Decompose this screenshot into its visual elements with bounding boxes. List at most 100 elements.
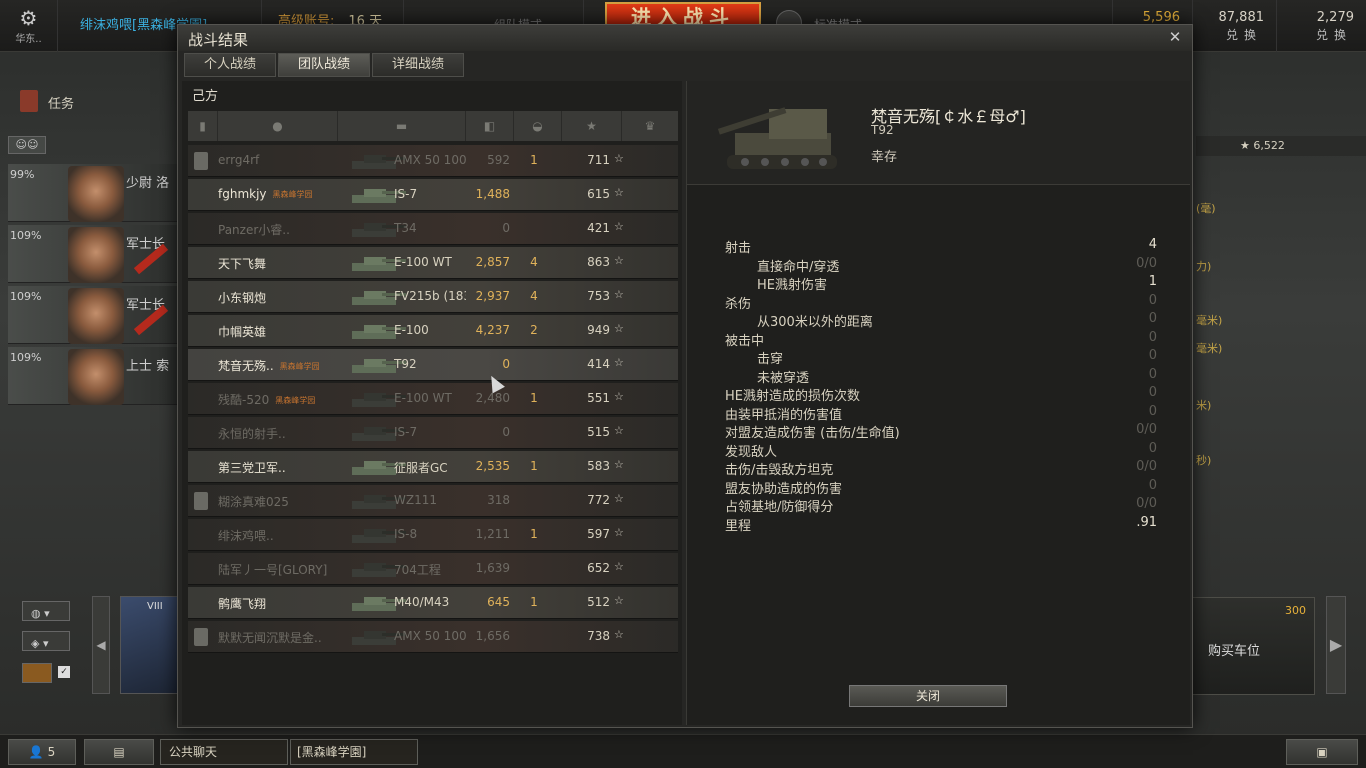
col-kills[interactable]: ◒ [514,111,562,141]
table-row[interactable]: 天下飞舞 E-100 WT 2,857 4 863 ☆ [188,247,678,279]
public-chat-tab[interactable]: 公共聊天 [160,739,288,765]
table-row[interactable]: 绯沫鸡喂.. IS-8 1,211 1 597 ☆ [188,519,678,551]
stat-row: HE溅射伤害 1 [725,274,1161,293]
row-player-name: 默默无闻沉默是金.. [218,629,322,646]
contacts-button[interactable]: 👤 5 [8,739,76,765]
col-damage[interactable]: ◧ [466,111,514,141]
player-name-text: 鹘鹰飞翔 [218,597,267,611]
col-player[interactable]: ● [218,111,338,141]
filter-checkbox[interactable]: ✓ [58,666,70,678]
chat-toggle-button[interactable]: ▣ [1286,739,1358,765]
exchange-credits-label: 兑换 [1225,28,1262,42]
free-xp-balance[interactable]: 2,279 兑换 [1276,0,1366,52]
squad-icon: ▮ [199,119,206,133]
player-name-text: 梵音无殇.. [218,359,274,373]
stat-value: 4 [1148,237,1157,252]
col-xp[interactable]: ★ [562,111,622,141]
row-xp: 863 [587,255,610,269]
crew-toggle-button[interactable]: ☺☺ [8,136,46,154]
stat-row: 直接命中/穿透 0/0 [725,256,1161,275]
clan-chat-tab[interactable]: [黑森峰学園] [290,739,418,765]
carousel-right-arrow[interactable]: ▶ [1326,596,1346,694]
row-kills: 4 [530,289,538,303]
tab-team[interactable]: 团队战绩 [278,53,370,77]
table-row[interactable]: fghmkjy 黑森峰学园 IS-7 1,488 615 ☆ [188,179,678,211]
row-player-name: Panzer小睿.. [218,221,290,238]
crew-member[interactable]: 99% 少尉 洛 [8,164,178,222]
stat-label: 从300米以外的距离 [757,315,873,330]
row-tank-name: T92 [394,357,417,371]
spec-hint: 米) [1196,399,1212,412]
row-xp: 421 [587,221,610,235]
stat-label: 击伤/击毁敌方坦克 [725,463,834,478]
row-xp: 652 [587,561,610,575]
carousel-left-arrow[interactable]: ◀ [92,596,110,694]
stat-label: 未被穿透 [757,370,810,386]
row-tank-name: E-100 [394,323,429,337]
row-damage: 2,480 [475,391,510,405]
stat-row: 由装甲抵消的伤害值 0 [725,404,1161,423]
row-tank-name: T34 [394,221,417,235]
tab-personal[interactable]: 个人战绩 [184,53,276,77]
row-xp: 615 [587,187,610,201]
messages-button[interactable]: ▤ [84,739,154,765]
table-row[interactable]: errg4rf AMX 50 100 592 1 711 ☆ [188,145,678,177]
crew-member[interactable]: 109% 军士长 [8,225,178,283]
row-xp: 551 [587,391,610,405]
crew-portrait [68,166,124,222]
close-icon[interactable]: ✕ [1166,28,1184,46]
row-player-name: 梵音无殇.. 黑森峰学园 [218,357,320,374]
star-icon: ★ [1240,139,1254,152]
carousel-tank-card[interactable]: VIII [120,596,180,694]
clan-badge: 黑森峰学园 [272,190,313,199]
row-xp: 515 [587,425,610,439]
table-row[interactable]: 第三党卫军.. 征服者GC 2,535 1 583 ☆ [188,451,678,483]
stat-label: 由装甲抵消的伤害值 [725,407,843,423]
close-button[interactable]: 关闭 [849,685,1007,707]
row-tank-name: E-100 WT [394,391,452,405]
table-row[interactable]: Panzer小睿.. T34 0 421 ☆ [188,213,678,245]
row-damage: 2,535 [475,459,510,473]
stat-label: 对盟友造成伤害 (击伤/生命值) [725,426,900,441]
stat-label: 被击中 [725,333,765,349]
crew-rank: 上士 索 [126,359,170,374]
row-xp: 597 [587,527,610,541]
table-row[interactable]: 陆军丿一号[GLORY] 704工程 1,639 652 ☆ [188,553,678,585]
stat-value: 0 [1148,311,1157,326]
type-filter[interactable]: ◈ ▾ [22,631,70,651]
row-damage: 0 [502,425,510,439]
crew-member[interactable]: 109% 军士长 [8,286,178,344]
table-row[interactable]: 鹘鹰飞翔 M40/M43 645 1 512 ☆ [188,587,678,619]
credits-balance[interactable]: 87,881 兑换 [1192,0,1276,52]
table-row[interactable]: 默默无闻沉默是金.. AMX 50 100 1,656 738 ☆ [188,621,678,653]
row-kills: 1 [530,153,538,167]
row-player-name: 巾帼英雄 [218,323,266,340]
player-name-text: 巾帼英雄 [218,325,267,339]
star-icon: ☆ [614,356,624,369]
stat-label: 发现敌人 [725,444,778,460]
row-xp: 753 [587,289,610,303]
col-tank[interactable]: ▬ [338,111,466,141]
col-platoon[interactable]: ▮ [188,111,218,141]
table-row[interactable]: 梵音无殇.. 黑森峰学园 T92 0 414 ☆ [188,349,678,381]
row-tank-name: FV215b (183) [394,289,466,303]
nation-filter[interactable]: ◍ ▾ [22,601,70,621]
tasks-button[interactable]: 任务 [8,86,168,118]
table-row[interactable]: 残酷-520 黑森峰学园 E-100 WT 2,480 1 551 ☆ [188,383,678,415]
table-row[interactable]: 巾帼英雄 E-100 4,237 2 949 ☆ [188,315,678,347]
row-kills: 1 [530,459,538,473]
table-row[interactable]: 永恒的射手.. IS-7 0 515 ☆ [188,417,678,449]
premium-filter[interactable] [22,663,52,683]
row-damage: 318 [487,493,510,507]
col-medals[interactable]: ♛ [622,111,678,141]
table-row[interactable]: 小东钢炮 FV215b (183) 2,937 4 753 ☆ [188,281,678,313]
table-row[interactable]: 糊涂真难025 WZ111 318 772 ☆ [188,485,678,517]
crew-member[interactable]: 109% 上士 索 [8,347,178,405]
star-icon: ☆ [614,492,624,505]
row-kills: 1 [530,595,538,609]
tab-detailed[interactable]: 详细战绩 [372,53,464,77]
battle-results-dialog: 战斗结果 ✕ 个人战绩 团队战绩 详细战绩 己方 ▮ ● ▬ ◧ ◒ ★ ♛ e… [177,24,1193,728]
settings-button[interactable]: ⚙ 华东.. [0,0,58,52]
buy-slot-button[interactable]: 300 购买车位 [1185,597,1315,695]
row-tank-name: 704工程 [394,563,441,577]
